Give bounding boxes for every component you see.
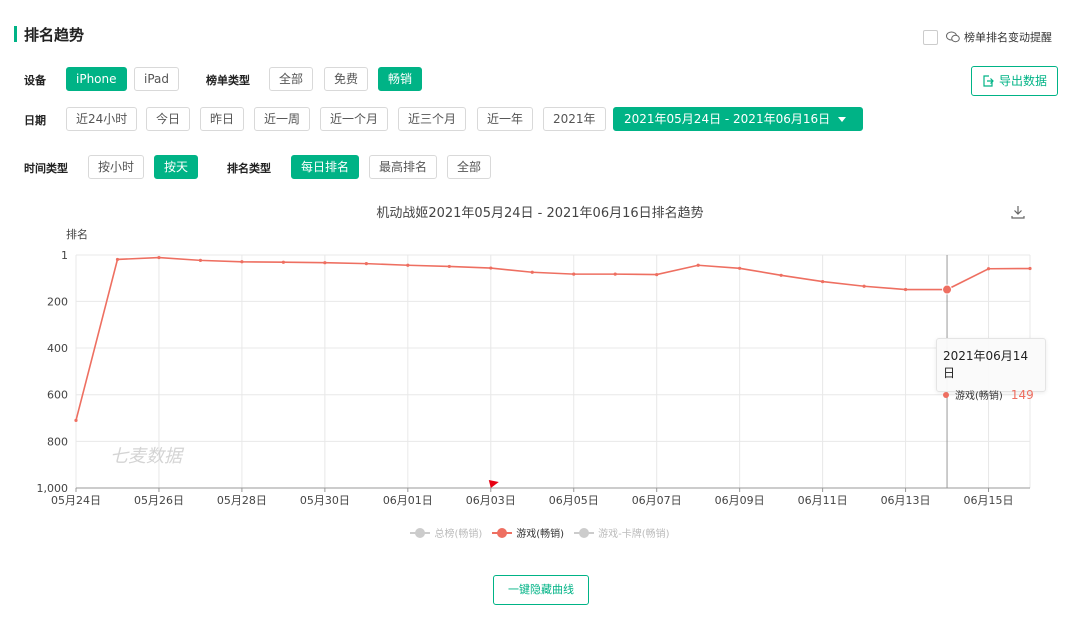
- legend-label-games: 游戏(畅销): [516, 529, 565, 540]
- data-point: [779, 273, 783, 277]
- data-point: [157, 255, 161, 260]
- legend-label-total: 总榜(畅销): [434, 529, 483, 540]
- series-line-games: [75, 256, 1031, 421]
- x-tick-label: 06月13日: [881, 494, 931, 507]
- data-point: [115, 257, 120, 262]
- data-point: [489, 266, 493, 270]
- data-point: [572, 272, 576, 276]
- legend-item-games[interactable]: 游戏(畅销): [492, 525, 564, 540]
- legend-label-card-games: 游戏-卡牌(畅销): [598, 529, 670, 540]
- data-point: [1028, 266, 1032, 271]
- tooltip-value: 149: [1010, 387, 1034, 402]
- x-tick-label: 06月07日: [632, 494, 682, 507]
- y-tick-label: 600: [47, 389, 68, 402]
- data-point: [986, 267, 991, 271]
- data-point: [655, 272, 659, 277]
- x-tick-label: 06月09日: [715, 494, 765, 507]
- watermark: 七麦数据: [110, 446, 185, 467]
- data-point: [323, 261, 327, 265]
- x-tick-label: 05月30日: [300, 494, 350, 507]
- data-point: [447, 264, 451, 269]
- data-point: [696, 263, 700, 267]
- x-tick-label: 06月05日: [549, 494, 599, 507]
- data-point: [281, 260, 285, 264]
- x-tick-label: 06月03日: [466, 494, 516, 507]
- tooltip-series-dot: [943, 391, 949, 398]
- x-tick-label: 05月24日: [51, 494, 101, 507]
- data-point: [942, 284, 953, 295]
- tooltip-series-name: 游戏(畅销): [955, 391, 1003, 402]
- data-point: [613, 272, 617, 276]
- y-axis-label: 排名: [66, 227, 88, 241]
- x-tick-label: 05月28日: [217, 494, 267, 507]
- data-point: [198, 258, 203, 262]
- x-tick-label: 06月15日: [964, 494, 1014, 507]
- data-point: [364, 262, 368, 266]
- y-tick-label: 400: [47, 342, 68, 355]
- x-tick-label: 06月01日: [383, 494, 433, 507]
- y-tick-label: 1: [61, 249, 68, 262]
- data-point: [821, 279, 825, 284]
- data-point: [738, 266, 742, 270]
- data-point: [406, 263, 410, 267]
- legend-item-total[interactable]: 总榜(畅销): [410, 525, 482, 540]
- chart-legend: 总榜(畅销) 游戏(畅销) 游戏-卡牌(畅销): [0, 525, 1080, 540]
- data-point: [530, 270, 534, 274]
- chart-tooltip: 2021年06月14日 游戏(畅销) 149: [936, 338, 1046, 402]
- legend-item-card-games[interactable]: 游戏-卡牌(畅销): [574, 525, 670, 540]
- tooltip-date: 2021年06月14日: [943, 349, 1029, 380]
- x-tick-label: 06月11日: [798, 494, 848, 507]
- data-point: [240, 260, 244, 264]
- y-tick-label: 200: [47, 295, 68, 308]
- data-point: [903, 287, 908, 292]
- y-tick-label: 800: [47, 435, 68, 448]
- hide-all-curves-button[interactable]: 一键隐藏曲线: [493, 575, 589, 605]
- x-tick-label: 05月26日: [134, 494, 184, 507]
- data-point: [862, 284, 866, 288]
- data-point: [74, 418, 78, 422]
